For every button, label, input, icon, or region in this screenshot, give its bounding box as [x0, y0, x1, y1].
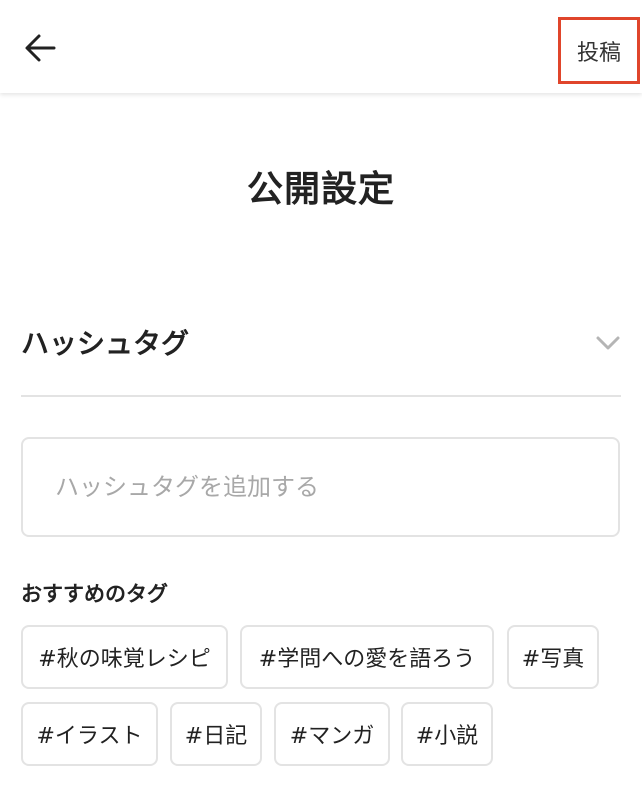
back-button[interactable]: [18, 28, 62, 68]
post-button[interactable]: 投稿: [558, 17, 640, 84]
hashtag-section-title: ハッシュタグ: [21, 327, 190, 360]
recommended-tags-label: おすすめのタグ: [21, 582, 168, 606]
tag-chip-label: #写真: [521, 647, 585, 672]
chevron-down-icon: [596, 336, 620, 350]
tag-chip[interactable]: #日記: [170, 702, 262, 766]
tag-chip-label: #学問への愛を語ろう: [258, 647, 476, 672]
tag-chip[interactable]: #写真: [507, 625, 599, 689]
hashtag-input[interactable]: [21, 437, 620, 537]
tag-chip-label: #日記: [184, 724, 248, 749]
top-bar: 投稿: [0, 0, 642, 93]
tag-chip-label: #小説: [415, 724, 479, 749]
section-divider: [21, 395, 621, 397]
post-button-label: 投稿: [576, 40, 621, 66]
tag-chip-label: #マンガ: [289, 724, 375, 749]
tag-chip[interactable]: #マンガ: [274, 702, 390, 766]
tag-chip[interactable]: #学問への愛を語ろう: [240, 625, 494, 689]
tag-chip-label: #イラスト: [36, 724, 143, 749]
arrow-left-icon: [25, 34, 56, 62]
hashtag-section-toggle[interactable]: ハッシュタグ: [21, 318, 621, 366]
tag-chip-label: #秋の味覚レシピ: [38, 647, 211, 672]
tag-chip[interactable]: #小説: [401, 702, 493, 766]
page-title: 公開設定: [246, 169, 395, 210]
tag-chip[interactable]: #秋の味覚レシピ: [21, 625, 228, 689]
tag-chip[interactable]: #イラスト: [21, 702, 158, 766]
